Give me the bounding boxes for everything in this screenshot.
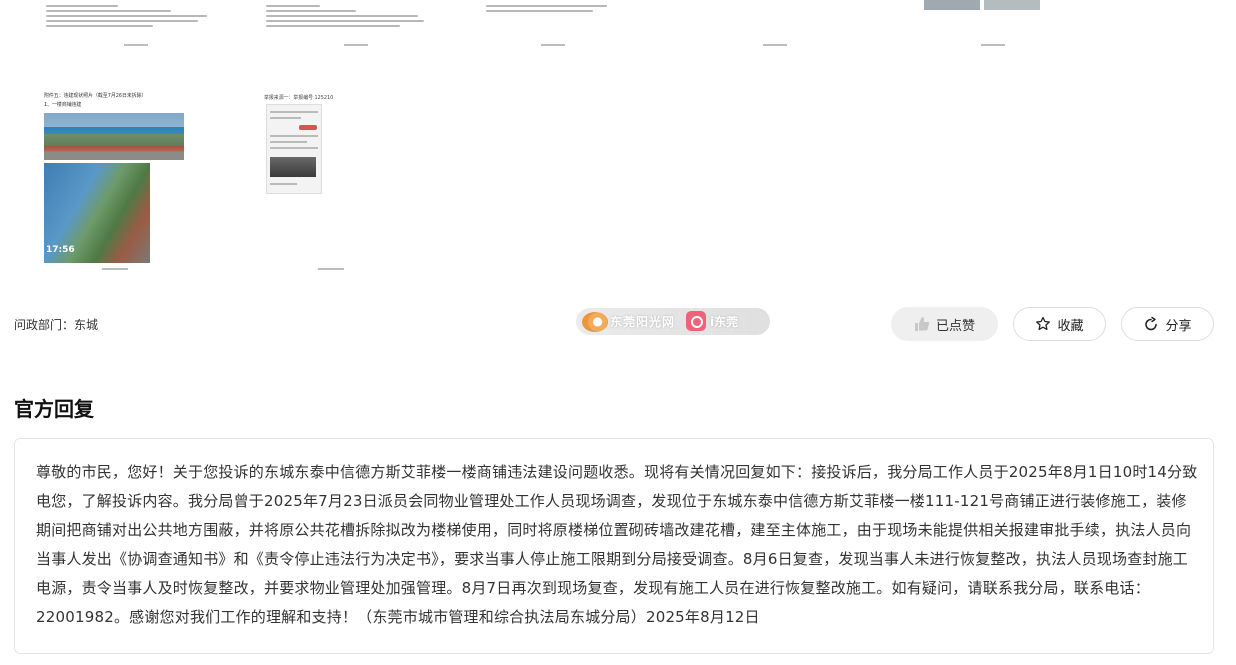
official-reply-text: 尊敬的市民，您好！关于您投诉的东城东泰中信德方斯艾菲楼一楼商铺违法建设问题收悉。… [36,463,1198,626]
attachment-page-thumbnail[interactable] [478,0,628,50]
page-number [318,268,344,270]
attachment-thumbnails-top [0,0,1236,56]
attachment-page-thumbnail[interactable] [918,0,1068,50]
photo-sheet-title: 附件五：违建现状照片（截至7月26日未拆除） [44,92,147,99]
attachment-page-thumbnail[interactable] [258,0,453,50]
share-button[interactable]: 分享 [1121,307,1214,341]
star-icon [1036,316,1051,331]
attachment-thumbnails-bottom: 附件五：违建现状照片（截至7月26日未拆除） 1、一楼商铺违建 17:56 举报… [0,88,1236,273]
photo-sheet-subtitle: 1、一楼商铺违建 [44,101,82,108]
phone-screenshot [266,104,322,194]
department-value: 东城 [74,318,99,332]
liked-button[interactable]: 已点赞 [891,307,998,341]
favorite-button-label: 收藏 [1057,318,1084,334]
watermark-text-sunshine: 东莞阳光网 [610,315,676,329]
share-button-label: 分享 [1165,318,1192,334]
watermark-text-idongguan: i东莞 [710,315,739,329]
share-icon [1145,316,1158,331]
favorite-button[interactable]: 收藏 [1013,307,1106,341]
official-reply-heading: 官方回复 [14,397,94,421]
photo-timestamp: 17:56 [46,245,75,255]
thumbs-up-icon [914,317,930,331]
storefront-photo [44,113,184,160]
page-number [102,268,128,270]
department-info: 问政部门：东城 [14,316,98,333]
official-reply-box: 尊敬的市民，您好！关于您投诉的东城东泰中信德方斯艾菲楼一楼商铺违法建设问题收悉。… [14,438,1214,654]
liked-button-label: 已点赞 [935,318,975,334]
attachment-page-thumbnail[interactable] [38,0,233,50]
report-screenshot-sheet[interactable]: 举报来源一：举报编号 125210 [262,92,352,270]
violation-photo-sheet[interactable]: 附件五：违建现状照片（截至7月26日未拆除） 1、一楼商铺违建 17:56 [40,92,190,270]
idongguan-logo-icon [686,311,706,331]
attachment-page-thumbnail[interactable] [690,0,860,50]
department-label: 问政部门： [14,318,75,332]
site-watermark: 东莞阳光网 i东莞 [576,308,770,335]
report-screenshot-header: 举报来源一：举报编号 125210 [264,94,334,101]
sun-logo-icon [582,312,608,332]
